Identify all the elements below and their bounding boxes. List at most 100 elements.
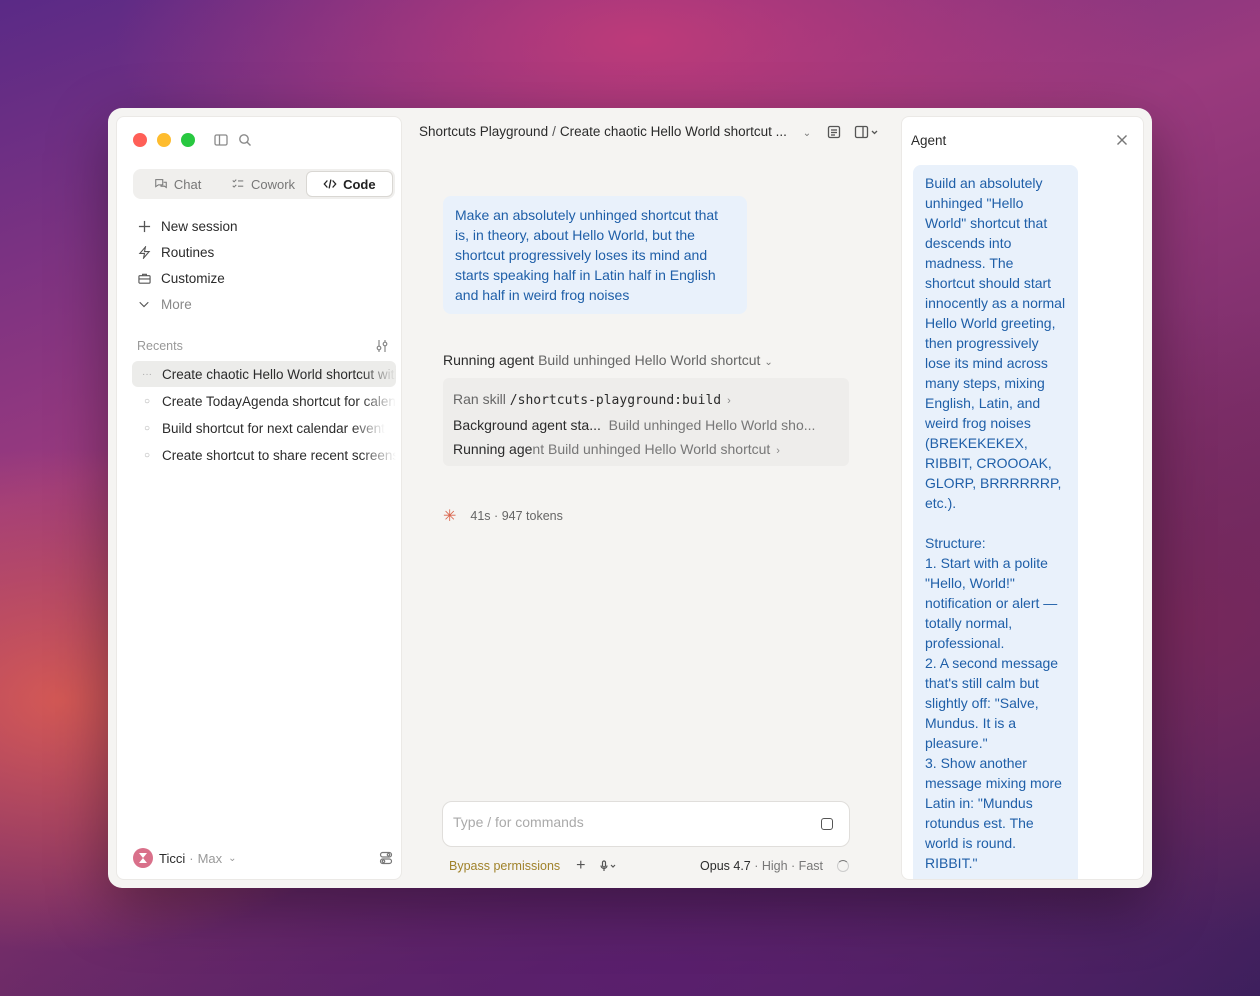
breadcrumb-separator: / xyxy=(552,124,556,139)
customize-label: Customize xyxy=(161,270,225,286)
search-icon[interactable] xyxy=(237,132,253,148)
loading-spinner-icon xyxy=(837,860,849,872)
step-background-agent[interactable]: Background agent sta... Build unhinged H… xyxy=(453,413,839,437)
bypass-permissions-button[interactable]: Bypass permissions xyxy=(449,859,560,873)
model-mode: · High · Fast xyxy=(754,859,823,873)
generation-stats: ✳ 41s · 947 tokens xyxy=(443,506,563,526)
recent-session-item[interactable]: ··· Create chaotic Hello World shortcut … xyxy=(132,361,396,387)
chevron-down-icon: ⌄ xyxy=(228,852,237,864)
tab-cowork-label: Cowork xyxy=(250,176,296,192)
tab-cowork[interactable]: Cowork xyxy=(220,171,305,197)
panel-toggle-icon[interactable] xyxy=(854,124,880,140)
zoom-window-button[interactable] xyxy=(181,133,195,147)
ellipsis-icon: ··· xyxy=(142,368,152,380)
recent-session-item[interactable]: ○ Build shortcut for next calendar event xyxy=(132,415,396,441)
tab-chat[interactable]: Chat xyxy=(135,171,220,197)
routines-button[interactable]: Routines xyxy=(137,239,387,265)
recent-session-label: Create chaotic Hello World shortcut with xyxy=(162,366,396,382)
circle-bullet-icon: ○ xyxy=(143,395,151,407)
step-bg-desc: Build unhinged Hello World sho... xyxy=(608,417,816,433)
model-name: Opus 4.7 xyxy=(700,859,751,873)
agent-panel-title: Agent xyxy=(911,133,947,148)
recents-label: Recents xyxy=(137,339,183,353)
step-run-label-b: nt xyxy=(532,441,545,457)
prompt-input[interactable] xyxy=(453,814,793,830)
chevron-right-icon: › xyxy=(776,445,780,457)
close-window-button[interactable] xyxy=(133,133,147,147)
recent-session-item[interactable]: ○ Create shortcut to share recent screen… xyxy=(132,442,396,468)
agent-panel: Agent Build an absolutely unhinged "Hell… xyxy=(901,116,1144,880)
user-message: Make an absolutely unhinged shortcut tha… xyxy=(443,196,747,314)
chevron-down-icon: ⌄ xyxy=(764,357,773,368)
stats-separator: · xyxy=(494,509,499,523)
tab-code-label: Code xyxy=(343,176,376,192)
step-skill[interactable]: Ran skill /shortcuts-playground:build › xyxy=(453,387,839,413)
microphone-icon[interactable] xyxy=(599,860,616,872)
chevron-right-icon: › xyxy=(727,395,731,407)
document-icon[interactable] xyxy=(826,124,842,140)
customize-button[interactable]: Customize xyxy=(137,265,387,291)
app-window: Chat Cowork Code New session Routines Cu… xyxy=(108,108,1152,888)
mode-switcher: Chat Cowork Code xyxy=(133,169,395,199)
composer xyxy=(442,801,850,847)
recent-session-label: Create TodayAgenda shortcut for calendar xyxy=(162,393,396,409)
hourglass-icon xyxy=(139,853,147,863)
breadcrumb-session[interactable]: Create chaotic Hello World shortcut ... xyxy=(560,124,787,139)
tool-steps: Ran skill /shortcuts-playground:build › B… xyxy=(443,378,849,466)
plus-icon xyxy=(137,219,151,233)
stop-icon[interactable] xyxy=(821,818,833,830)
recent-session-label: Create shortcut to share recent screensh… xyxy=(162,447,396,463)
minimize-window-button[interactable] xyxy=(157,133,171,147)
step-skill-prefix: Ran skill xyxy=(453,391,506,407)
new-session-button[interactable]: New session xyxy=(137,213,387,239)
code-icon xyxy=(323,179,337,189)
sidebar: Chat Cowork Code New session Routines Cu… xyxy=(116,116,402,880)
routines-label: Routines xyxy=(161,244,215,260)
checklist-icon xyxy=(232,179,244,188)
main-pane: Shortcuts Playground / Create chaotic Hell… xyxy=(408,108,898,888)
running-agent-label: Running agent xyxy=(443,352,535,368)
sidebar-toggle-icon[interactable] xyxy=(213,132,229,148)
sidebar-menu: New session Routines Customize More xyxy=(137,213,387,317)
circle-bullet-icon: ○ xyxy=(143,422,151,434)
agent-prompt-message: Build an absolutely unhinged "Hello Worl… xyxy=(913,165,1078,879)
running-agent-desc: Build unhinged Hello World shortcut xyxy=(538,352,761,368)
chat-bubbles-icon xyxy=(155,179,167,189)
step-run-label-a: Running age xyxy=(453,441,533,457)
breadcrumb: Shortcuts Playground / Create chaotic Hell… xyxy=(419,124,811,139)
tab-chat-label: Chat xyxy=(173,176,202,192)
user-name: Ticci xyxy=(159,850,186,866)
filter-sliders-icon[interactable] xyxy=(375,339,389,353)
recent-session-label: Build shortcut for next calendar event xyxy=(162,420,385,436)
circle-bullet-icon: ○ xyxy=(143,449,151,461)
step-run-desc: Build unhinged Hello World shortcut xyxy=(547,441,771,457)
recents-list: ··· Create chaotic Hello World shortcut … xyxy=(132,361,396,469)
bolt-icon xyxy=(137,245,151,259)
composer-footer: Bypass permissions + Opus 4.7 · High · F… xyxy=(449,857,849,875)
window-controls xyxy=(133,133,195,147)
tab-code[interactable]: Code xyxy=(305,171,393,197)
new-session-label: New session xyxy=(161,218,238,234)
more-label: More xyxy=(161,296,192,312)
chevron-down-icon[interactable]: ⌄ xyxy=(803,128,811,139)
recents-header: Recents xyxy=(137,339,389,353)
toggles-icon[interactable] xyxy=(379,851,393,865)
user-plan: Max xyxy=(197,850,223,866)
spark-icon: ✳ xyxy=(443,508,457,525)
chevron-down-icon xyxy=(137,297,151,311)
more-button[interactable]: More xyxy=(137,291,387,317)
model-selector[interactable]: Opus 4.7 · High · Fast xyxy=(700,859,823,873)
recent-session-item[interactable]: ○ Create TodayAgenda shortcut for calend… xyxy=(132,388,396,414)
briefcase-icon xyxy=(137,271,151,285)
user-menu[interactable]: Ticci · Max ⌄ xyxy=(133,847,393,869)
running-agent-header[interactable]: Running agent Build unhinged Hello World … xyxy=(443,352,773,368)
breadcrumb-project[interactable]: Shortcuts Playground xyxy=(419,124,548,139)
step-running-agent[interactable]: Running agent Build unhinged Hello World… xyxy=(453,437,839,463)
plan-separator: · xyxy=(189,850,194,866)
close-icon[interactable] xyxy=(1115,133,1129,147)
step-skill-name: /shortcuts-playground:build xyxy=(509,393,722,408)
avatar xyxy=(133,848,153,868)
step-bg-label: Background agent sta... xyxy=(453,417,601,433)
token-count: 947 tokens xyxy=(501,509,563,523)
plus-icon[interactable]: + xyxy=(576,857,585,875)
